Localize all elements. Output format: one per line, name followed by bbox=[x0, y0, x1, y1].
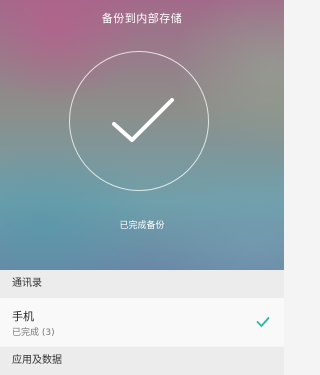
list-item-phone[interactable]: 手机 已完成 (3) bbox=[0, 298, 284, 346]
completion-ring bbox=[69, 51, 209, 191]
page-title: 备份到内部存储 bbox=[101, 12, 183, 25]
check-icon bbox=[256, 317, 270, 327]
backup-hero: 备份到内部存储 已完成备份 bbox=[0, 0, 284, 270]
backup-status-text: 已完成备份 bbox=[119, 221, 165, 231]
checkmark-icon bbox=[112, 98, 174, 142]
section-header-contacts: 通讯录 bbox=[0, 270, 284, 298]
list-item-subtitle: 已完成 (3) bbox=[12, 328, 55, 338]
list-item-title: 手机 bbox=[12, 310, 34, 323]
section-header-apps-data: 应用及数据 bbox=[0, 347, 284, 375]
